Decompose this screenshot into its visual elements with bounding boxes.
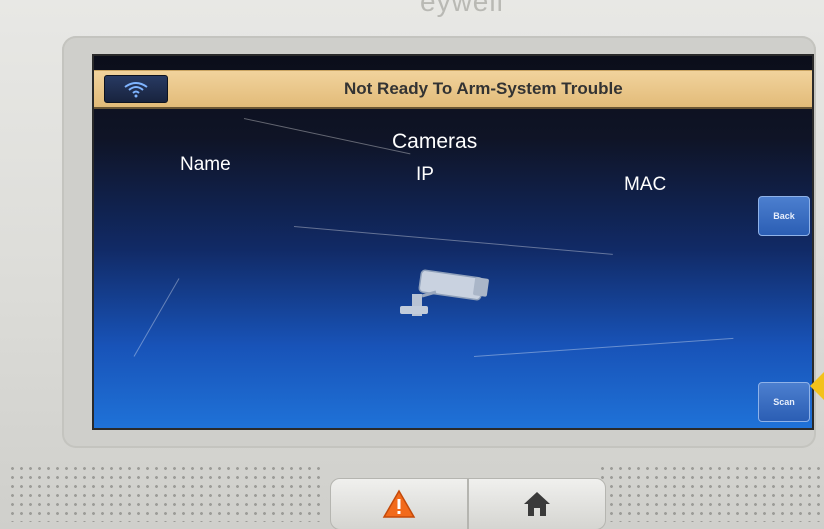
warning-icon [382,489,416,518]
touch-screen: Not Ready To Arm-System Trouble Cameras … [92,54,814,430]
film-scratch [293,226,613,255]
status-bar: Not Ready To Arm-System Trouble [94,70,812,109]
film-scratch [133,278,180,357]
scan-button[interactable]: Scan [758,382,810,422]
speaker-grille [598,464,822,522]
pointer-marker [810,372,824,400]
status-message: Not Ready To Arm-System Trouble [344,79,623,98]
home-icon [524,492,550,516]
page-title: Cameras [392,130,478,153]
column-header-mac: MAC [624,174,667,195]
wifi-icon [124,82,148,98]
alert-hardware-button[interactable] [330,478,468,529]
security-camera-icon [400,269,489,316]
column-header-name: Name [180,154,231,175]
wifi-button[interactable] [104,75,168,103]
column-header-ip: IP [416,164,434,185]
back-button[interactable]: Back [758,196,810,236]
home-hardware-button[interactable] [468,478,606,529]
film-scratch [473,337,734,357]
speaker-grille [8,464,320,522]
film-scratch [243,118,411,155]
brand-logo: eywell [420,0,504,17]
panel-device: eywell Not Ready To Arm-System Trouble C… [0,0,824,529]
